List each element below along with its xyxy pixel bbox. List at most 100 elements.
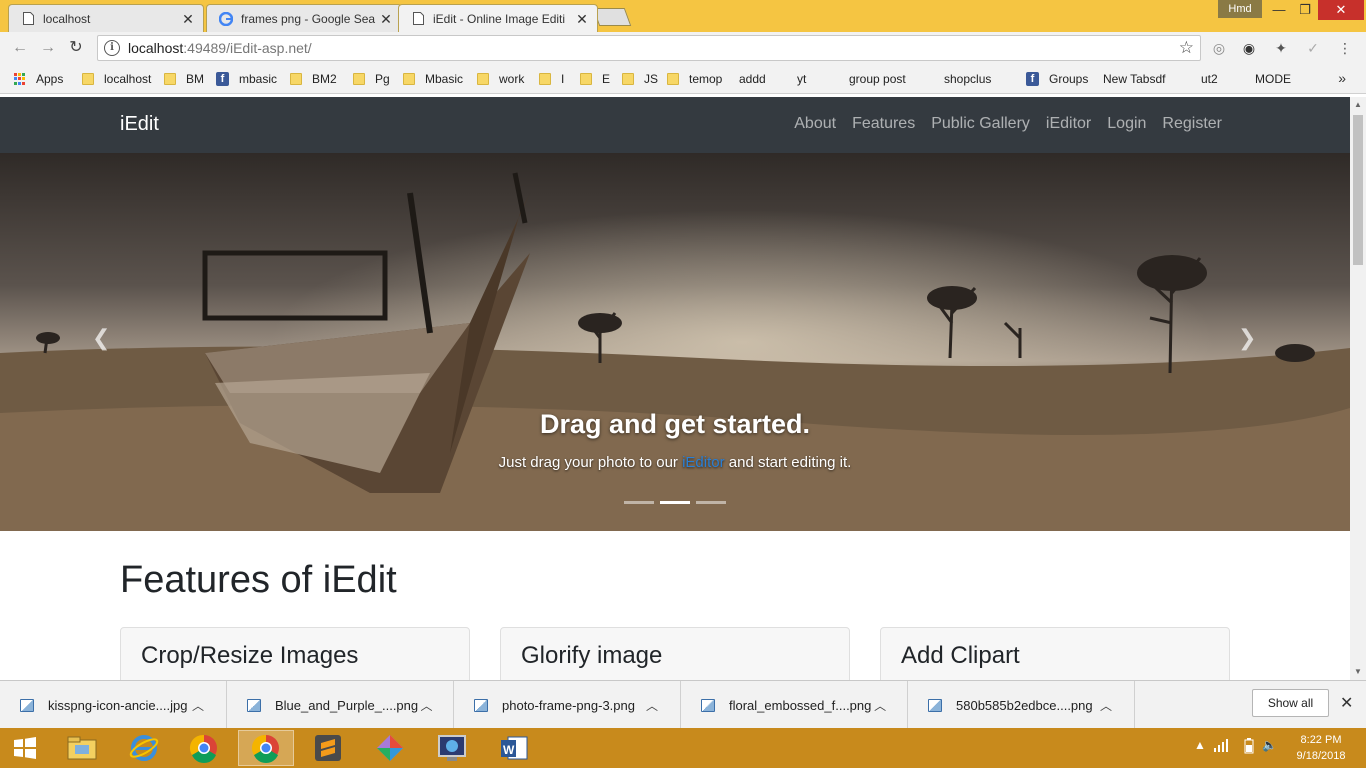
bookmark-e[interactable]: E — [580, 71, 610, 87]
incognito-icon[interactable]: ◉ — [1240, 39, 1258, 57]
word-icon[interactable]: W — [486, 730, 542, 766]
visual-studio-installer-icon[interactable] — [362, 730, 418, 766]
bookmark-temop[interactable]: temop — [667, 71, 722, 87]
battery-icon[interactable] — [1244, 738, 1254, 757]
show-hidden-icons-icon[interactable]: ▲ — [1194, 738, 1206, 752]
windows-start-icon[interactable] — [0, 730, 50, 766]
reload-button[interactable]: ↻ — [66, 38, 86, 58]
bookmark-groups[interactable]: f Groups — [1026, 71, 1088, 87]
bookmark-bm[interactable]: BM — [164, 71, 204, 87]
taskbar-clock[interactable]: 8:22 PM 9/18/2018 — [1288, 732, 1354, 764]
close-icon[interactable]: ✕ — [379, 12, 393, 26]
chevron-up-icon[interactable]: ︿ — [418, 697, 435, 714]
bookmark-label: mbasic — [239, 72, 278, 86]
folder-icon — [667, 73, 679, 85]
bookmark-addd[interactable]: addd — [739, 71, 766, 181]
scroll-up-icon[interactable]: ▲ — [1350, 97, 1366, 113]
scroll-down-icon[interactable]: ▼ — [1350, 664, 1366, 680]
sublime-text-icon[interactable] — [300, 730, 356, 766]
bookmark-group-post[interactable]: group post — [849, 71, 906, 181]
tab-localhost[interactable]: localhost ✕ — [8, 4, 204, 32]
bookmark-work[interactable]: work — [477, 71, 524, 87]
bookmark-label: JS — [644, 72, 659, 86]
bookmark-i[interactable]: I — [539, 71, 564, 87]
bookmark-new-tabsdf[interactable]: New Tabsdf — [1103, 71, 1165, 181]
info-icon[interactable]: i — [104, 40, 120, 56]
carousel-prev-icon[interactable]: ❮ — [92, 325, 110, 351]
ieditor-link[interactable]: iEditor — [682, 454, 725, 471]
folder-icon — [82, 73, 94, 85]
file-explorer-icon[interactable] — [54, 730, 110, 766]
tab-title: localhost — [43, 11, 91, 26]
chrome-icon[interactable] — [176, 730, 232, 766]
menu-icon[interactable]: ⋮ — [1336, 39, 1354, 57]
carousel-indicator[interactable] — [660, 501, 690, 504]
check-icon[interactable]: ✓ — [1304, 39, 1322, 57]
scrollbar-thumb[interactable] — [1353, 115, 1363, 265]
chevron-up-icon[interactable]: ︿ — [188, 697, 208, 714]
show-all-downloads-button[interactable]: Show all — [1252, 689, 1329, 717]
chevron-up-icon[interactable]: ︿ — [871, 697, 889, 714]
tab-iedit[interactable]: iEdit - Online Image Editi ✕ — [398, 4, 598, 32]
page-scrollbar[interactable]: ▲ ▼ — [1350, 97, 1366, 680]
site-nav-links: About Features Public Gallery iEditor Lo… — [794, 115, 1222, 133]
back-button[interactable]: ← — [10, 38, 30, 58]
bookmark-bm2[interactable]: BM2 — [290, 71, 337, 87]
new-tab-button[interactable] — [592, 8, 632, 26]
carousel-indicator[interactable] — [624, 501, 654, 504]
bookmark-label: Apps — [36, 72, 64, 86]
profile-button[interactable]: Hmd — [1218, 0, 1262, 18]
bookmark-mbasic[interactable]: Mbasic — [403, 71, 463, 87]
chrome-active-icon[interactable] — [238, 730, 294, 766]
bookmark-yt[interactable]: yt — [797, 71, 807, 181]
bookmark-label: temop — [689, 72, 723, 86]
bookmark-apps[interactable]: Apps — [14, 71, 63, 87]
feature-card-crop: Crop/Resize Images — [120, 627, 470, 680]
close-icon[interactable]: ✕ — [575, 12, 589, 26]
chevron-up-icon[interactable]: ︿ — [642, 697, 662, 714]
bookmark-pg[interactable]: Pg — [353, 71, 390, 87]
bookmark-ut2[interactable]: ut2 — [1201, 71, 1218, 181]
bookmark-localhost[interactable]: localhost — [82, 71, 151, 87]
extension-icon[interactable]: ◎ — [1210, 39, 1228, 57]
page-icon — [411, 12, 425, 26]
download-item[interactable]: Blue_and_Purple_....png ︿ — [227, 681, 454, 729]
tab-title: iEdit - Online Image Editi — [433, 11, 566, 26]
carousel-indicator[interactable] — [696, 501, 726, 504]
site-brand[interactable]: iEdit — [120, 113, 159, 136]
nav-link-public-gallery[interactable]: Public Gallery — [931, 115, 1030, 133]
close-icon[interactable]: ✕ — [181, 12, 195, 26]
bookmark-star-icon[interactable]: ☆ — [1179, 38, 1194, 58]
restore-button[interactable]: ❐ — [1290, 0, 1320, 20]
carousel-next-icon[interactable]: ❯ — [1238, 325, 1256, 351]
window-close-button[interactable]: ✕ — [1318, 0, 1364, 20]
url-path: :49489/iEdit-asp.net/ — [183, 40, 312, 56]
download-item[interactable]: 580b585b2edbce....png ︿ — [908, 681, 1135, 729]
download-item[interactable]: kisspng-icon-ancie....jpg ︿ — [0, 681, 227, 729]
chevron-up-icon[interactable]: ︿ — [1096, 697, 1116, 714]
media-app-icon[interactable] — [424, 730, 480, 766]
nav-link-ieditor[interactable]: iEditor — [1046, 115, 1091, 133]
nav-link-about[interactable]: About — [794, 115, 836, 133]
download-item[interactable]: floral_embossed_f....png ︿ — [681, 681, 908, 729]
web-page: iEdit About Features Public Gallery iEdi… — [0, 97, 1350, 680]
volume-icon[interactable]: 🔈 — [1262, 738, 1277, 752]
forward-button[interactable]: → — [38, 38, 58, 58]
signal-icon[interactable] — [1214, 738, 1230, 755]
puzzle-icon[interactable]: ✦ — [1272, 39, 1290, 57]
tab-google-search[interactable]: frames png - Google Sea ✕ — [206, 4, 402, 32]
address-bar[interactable]: i localhost:49489/iEdit-asp.net/ ☆ — [97, 35, 1201, 61]
bookmarks-overflow-button[interactable]: » — [1338, 70, 1346, 86]
internet-explorer-icon[interactable] — [116, 730, 172, 766]
download-item[interactable]: photo-frame-png-3.png ︿ — [454, 681, 681, 729]
bookmark-label: Groups — [1049, 72, 1089, 86]
svg-text:W: W — [503, 743, 515, 757]
nav-link-login[interactable]: Login — [1107, 115, 1146, 133]
bookmark-js[interactable]: JS — [622, 71, 658, 87]
bookmark-shopclus[interactable]: shopclus — [944, 71, 991, 181]
nav-link-register[interactable]: Register — [1162, 115, 1222, 133]
close-icon[interactable]: ✕ — [1340, 693, 1353, 713]
bookmark-mode[interactable]: MODE — [1255, 71, 1291, 181]
nav-link-features[interactable]: Features — [852, 115, 915, 133]
bookmark-mbasic[interactable]: f mbasic — [216, 71, 277, 87]
